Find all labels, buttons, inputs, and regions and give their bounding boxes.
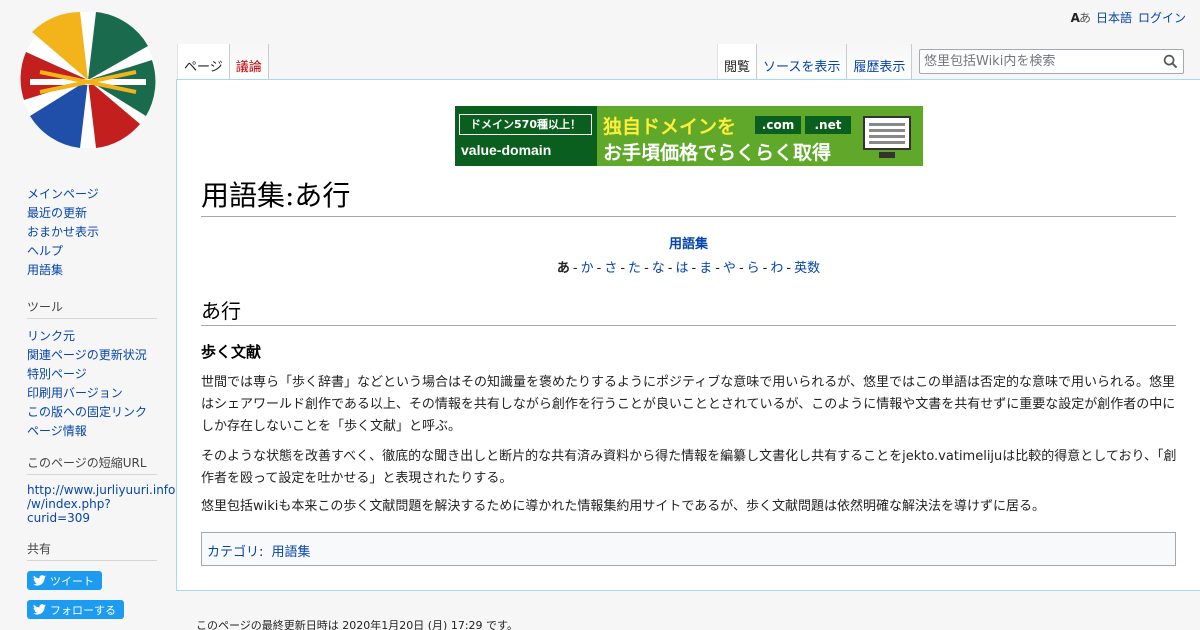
nav-item-ta[interactable]: た — [628, 261, 641, 276]
term-heading: 歩く文献 — [201, 343, 262, 361]
main-content: ドメイン570種以上！ value-domain 独自ドメインを お手頃価格でら… — [176, 79, 1200, 591]
paragraph: 悠里包括wikiも本来この歩く文献問題を解決するために導かれた情報集約用サイトで… — [201, 499, 1045, 514]
sidebar-navigation: メインページ 最近の更新 おまかせ表示 ヘルプ 用語集 — [27, 185, 157, 280]
nav-item-a: あ — [556, 261, 570, 276]
sidebar-item-glossary[interactable]: 用語集 — [27, 263, 63, 277]
page-title: 用語集:あ行 — [201, 178, 1176, 217]
nav-item-ya[interactable]: や — [723, 261, 736, 276]
nav-item-na[interactable]: な — [652, 261, 665, 276]
sidebar-short-url: このページの短縮URL http://www.jurliyuuri.info /… — [27, 454, 175, 525]
banner-tld-net: .net — [805, 116, 851, 134]
nav-item-sa[interactable]: さ — [604, 261, 617, 276]
short-url-heading: このページの短縮URL — [27, 454, 157, 475]
personal-tools: Aあ 日本語 ログイン — [1071, 9, 1186, 26]
twitter-bird-icon — [33, 604, 46, 615]
monitor-icon — [863, 116, 911, 158]
search-box — [919, 49, 1184, 74]
section-heading: あ行 — [201, 297, 1176, 326]
tab-page[interactable]: ページ — [177, 44, 230, 80]
namespace-tabs: ページ 議論 — [177, 44, 269, 80]
category-colon: : — [259, 545, 268, 560]
sidebar-item-permalink[interactable]: この版への固定リンク — [27, 405, 147, 419]
paragraph: そのような状態を改善すべく、徹底的な聞き出しと断片的な共有済み資料から得た情報を… — [201, 449, 1177, 486]
sidebar-item-recent-changes[interactable]: 最近の更新 — [27, 206, 87, 220]
tab-read[interactable]: 閲覧 — [717, 44, 758, 80]
tools-heading: ツール — [27, 298, 157, 319]
tab-history[interactable]: 履歴表示 — [847, 44, 913, 80]
ad-banner[interactable]: ドメイン570種以上！ value-domain 独自ドメインを お手頃価格でら… — [455, 106, 923, 166]
sidebar-item-main-page[interactable]: メインページ — [27, 187, 99, 201]
nav-item-alnum[interactable]: 英数 — [794, 261, 820, 276]
banner-subline: お手頃価格でらくらく取得 — [603, 142, 832, 164]
sidebar-item-help[interactable]: ヘルプ — [27, 244, 63, 258]
nav-item-ha[interactable]: は — [675, 261, 688, 276]
site-logo[interactable] — [20, 12, 156, 148]
sidebar-item-special-pages[interactable]: 特別ページ — [27, 367, 87, 381]
sidebar-item-whatlinkshere[interactable]: リンク元 — [27, 329, 75, 343]
category-glossary[interactable]: 用語集 — [272, 545, 311, 560]
paragraph: 世間では専ら「歩く辞書」などという場合はその知識量を褒めたりするようにポジティブ… — [201, 375, 1176, 434]
share-heading: 共有 — [27, 540, 157, 561]
tweet-button[interactable]: ツイート — [27, 571, 102, 590]
sidebar-item-printable[interactable]: 印刷用バージョン — [27, 386, 123, 400]
sidebar-item-related-changes[interactable]: 関連ページの更新状況 — [27, 348, 147, 362]
twitter-bird-icon — [33, 575, 46, 586]
search-input[interactable] — [920, 54, 1155, 69]
glossary-navbox: 用語集 あ - か - さ - た - な - は - ま - や - ら - わ - 英数 — [201, 233, 1176, 276]
banner-brand: value-domain — [461, 142, 552, 158]
search-icon[interactable] — [1163, 54, 1178, 69]
nav-item-ma[interactable]: ま — [699, 261, 712, 276]
category-links: カテゴリ: 用語集 — [201, 532, 1176, 566]
navbox-title[interactable]: 用語集 — [201, 233, 1176, 252]
short-url-link[interactable]: http://www.jurliyuuri.info /w/index.php?… — [27, 483, 175, 525]
tab-talk[interactable]: 議論 — [229, 44, 269, 80]
tab-view-source[interactable]: ソースを表示 — [757, 44, 848, 80]
nav-item-ka[interactable]: か — [581, 261, 594, 276]
nav-item-ra[interactable]: ら — [747, 261, 760, 276]
language-icon[interactable]: Aあ — [1071, 9, 1091, 26]
language-link[interactable]: 日本語 — [1096, 9, 1132, 26]
sidebar-item-random[interactable]: おまかせ表示 — [27, 225, 99, 239]
footer-last-modified: このページの最終更新日時は 2020年1月20日 (月) 17:29 です。 — [196, 619, 518, 630]
banner-badge: ドメイン570種以上！ — [459, 114, 592, 135]
login-link[interactable]: ログイン — [1138, 9, 1186, 26]
nav-item-wa[interactable]: わ — [770, 261, 783, 276]
categories-label[interactable]: カテゴリ — [207, 545, 259, 560]
banner-headline: 独自ドメインを — [603, 116, 737, 138]
banner-tld-com: .com — [755, 116, 801, 134]
sidebar-tools: ツール リンク元 関連ページの更新状況 特別ページ 印刷用バージョン この版への… — [27, 298, 157, 441]
view-tabs: 閲覧 ソースを表示 履歴表示 — [717, 44, 913, 80]
follow-button[interactable]: フォローする — [27, 600, 124, 619]
sidebar-item-page-info[interactable]: ページ情報 — [27, 424, 87, 438]
sidebar-share: 共有 ツイート フォローする — [27, 540, 157, 619]
